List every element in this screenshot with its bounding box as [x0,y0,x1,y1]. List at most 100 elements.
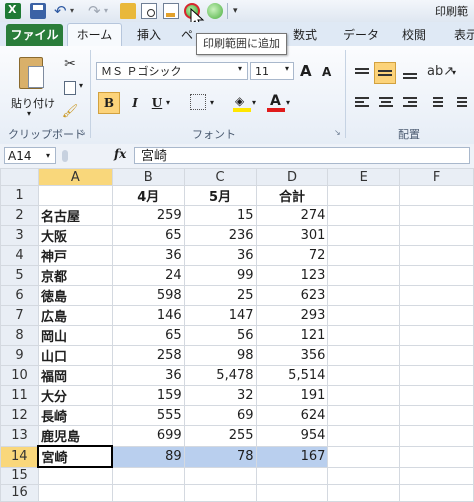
cell[interactable]: 954 [255,425,329,447]
cell[interactable]: 159 [111,385,185,406]
row-header[interactable]: 10 [0,365,39,386]
insert-function-icon[interactable]: fx [114,147,126,161]
tab-data[interactable]: データ [338,25,384,45]
row-header[interactable]: 5 [0,265,39,286]
cell[interactable] [37,185,113,206]
cell[interactable]: 301 [255,225,329,246]
cell[interactable] [255,483,329,502]
cell[interactable] [327,205,401,226]
cell[interactable] [327,345,401,366]
cell[interactable]: 65 [111,225,185,246]
excel-app-icon[interactable]: X [5,3,21,19]
cell[interactable] [327,405,401,426]
fill-color-button[interactable]: ◈ [232,92,252,114]
tab-formulas[interactable]: 数式 [287,25,323,45]
cell[interactable]: 78 [183,445,257,468]
redo-dropdown-icon[interactable]: ▾ [104,3,112,19]
cell[interactable]: 25 [183,285,257,306]
cell[interactable]: 4月 [111,185,185,206]
cell[interactable]: 鹿児島 [37,425,113,447]
font-color-dropdown-icon[interactable]: ▾ [286,98,290,107]
cell[interactable] [327,225,401,246]
cell[interactable]: 191 [255,385,329,406]
orientation-icon[interactable]: ab↗ [426,62,454,82]
print-icon[interactable] [207,3,223,19]
row-header[interactable]: 11 [0,385,39,406]
cell[interactable]: 624 [255,405,329,426]
cell[interactable]: 123 [255,265,329,286]
cell[interactable]: 259 [111,205,185,226]
copy-button[interactable]: ▾ [60,78,88,98]
cell[interactable]: 徳島 [37,285,113,306]
row-header[interactable]: 14 [0,445,39,468]
cell[interactable] [327,305,401,326]
fill-color-dropdown-icon[interactable]: ▾ [252,98,256,107]
cell[interactable]: 山口 [37,345,113,366]
cell[interactable]: 大分 [37,385,113,406]
align-center-icon[interactable] [376,94,396,112]
borders-dropdown-icon[interactable]: ▾ [210,98,214,107]
cell[interactable]: 32 [183,385,257,406]
tab-insert[interactable]: 挿入 [132,25,166,45]
font-color-button[interactable]: A [266,92,286,114]
cell[interactable]: 72 [255,245,329,266]
cell[interactable]: 名古屋 [37,205,113,226]
row-header[interactable]: 4 [0,245,39,266]
cell[interactable]: 274 [255,205,329,226]
font-name-select[interactable]: ＭＳ Ｐゴシック [96,62,248,80]
cell[interactable]: 5,478 [183,365,257,386]
cell[interactable]: 99 [183,265,257,286]
cell[interactable] [399,425,474,447]
cell[interactable]: 69 [183,405,257,426]
clipboard-launcher-icon[interactable]: ↘ [79,128,86,137]
cell[interactable] [399,345,474,366]
cell[interactable]: 36 [183,245,257,266]
cell[interactable]: 広島 [37,305,113,326]
cell[interactable]: 258 [111,345,185,366]
cell[interactable]: 15 [183,205,257,226]
tab-page-layout[interactable]: ペ [180,25,194,45]
tab-review[interactable]: 校閲 [397,25,431,45]
cell[interactable]: 147 [183,305,257,326]
cell[interactable] [399,365,474,386]
undo-dropdown-icon[interactable]: ▾ [70,3,78,19]
cell[interactable]: 555 [111,405,185,426]
shrink-font-button[interactable]: A [322,65,331,79]
row-header[interactable]: 1 [0,185,39,206]
column-header-d[interactable]: D [255,168,329,186]
cell[interactable] [327,265,401,286]
cell[interactable] [327,285,401,306]
cell[interactable]: 5,514 [255,365,329,386]
cell[interactable] [37,483,113,502]
undo-icon[interactable]: ↶ [54,3,70,19]
tab-file[interactable]: ファイル [6,24,63,46]
paste-button[interactable]: 貼り付け ▾ [6,50,58,122]
row-header[interactable]: 6 [0,285,39,306]
open-folder-icon[interactable] [120,3,136,19]
cell[interactable] [399,205,474,226]
bold-button[interactable]: B [98,92,120,114]
row-header[interactable]: 9 [0,345,39,366]
cell[interactable]: 36 [111,365,185,386]
cell[interactable]: 京都 [37,265,113,286]
cell[interactable] [327,483,401,502]
redo-icon[interactable]: ↷ [88,3,104,19]
cell[interactable] [399,405,474,426]
row-header[interactable]: 16 [0,483,39,502]
cell[interactable]: 長崎 [37,405,113,426]
cell[interactable]: 岡山 [37,325,113,346]
cell[interactable] [399,445,474,468]
cell[interactable] [399,285,474,306]
cell[interactable]: 356 [255,345,329,366]
row-header[interactable]: 3 [0,225,39,246]
customize-toolbar-icon[interactable]: ▾ [233,3,243,19]
italic-button[interactable]: I [124,92,146,114]
cell[interactable]: 合計 [255,185,329,206]
font-launcher-icon[interactable]: ↘ [334,128,341,137]
cell[interactable] [327,445,401,468]
formula-bar-resize-handle[interactable] [62,150,68,162]
cell[interactable]: 623 [255,285,329,306]
cell[interactable]: 121 [255,325,329,346]
column-header-f[interactable]: F [399,168,474,186]
font-size-dropdown-icon[interactable]: ▾ [285,64,289,73]
